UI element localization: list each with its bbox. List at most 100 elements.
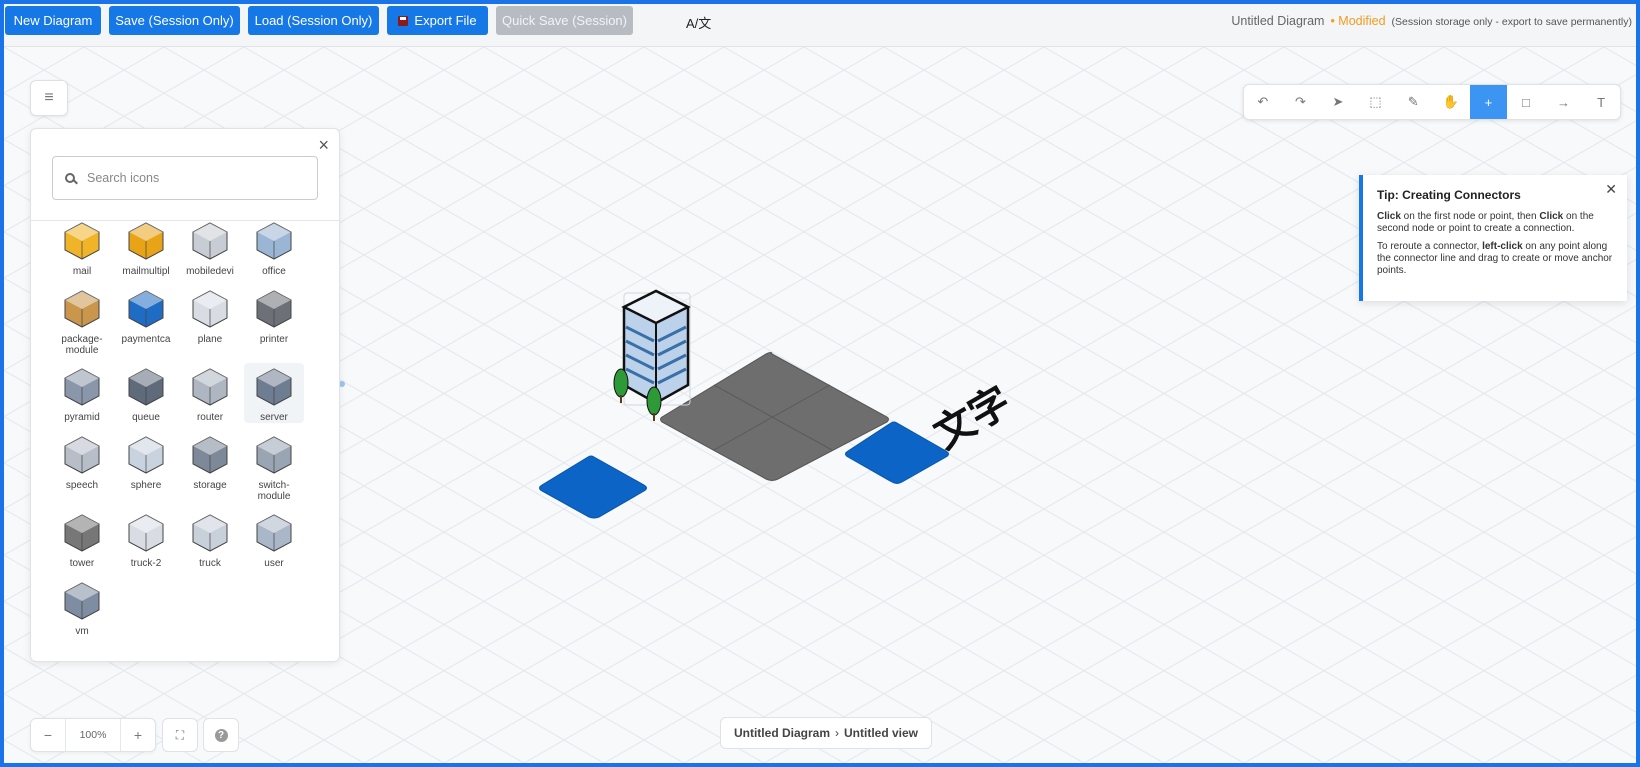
text-icon: T: [1597, 94, 1606, 110]
top-toolbar: New Diagram Save (Session Only) Load (Se…: [4, 4, 1636, 47]
icon-tile-label: queue: [132, 412, 160, 423]
language-toggle[interactable]: A/文: [686, 13, 711, 32]
breadcrumb: Untitled Diagram › Untitled view: [720, 717, 932, 749]
tip-paragraph-2: To reroute a connector, left-click on an…: [1377, 241, 1613, 276]
icon-tile-printer[interactable]: printer: [244, 285, 304, 345]
printer-icon: [256, 290, 292, 328]
icon-tile-speech[interactable]: speech: [52, 431, 112, 491]
undo-icon: ↶: [1257, 94, 1269, 109]
floppy-disk-icon: [398, 15, 409, 26]
tool-lasso-button[interactable]: ⬚: [1357, 85, 1395, 119]
icon-tile-truck-2[interactable]: truck-2: [116, 509, 176, 569]
sphere-icon: [128, 436, 164, 474]
truck-icon: [192, 514, 228, 552]
icon-tile-label: office: [262, 266, 286, 277]
tower-icon: [64, 514, 100, 552]
lasso-icon: ⬚: [1369, 94, 1382, 109]
icon-tile-label: printer: [259, 334, 289, 345]
zoom-control: − 100% +: [30, 718, 156, 752]
zoom-level: 100%: [65, 719, 121, 751]
freehand-lasso-icon: ✎: [1407, 94, 1419, 109]
mail-multiple-icon: [128, 222, 164, 260]
new-diagram-button[interactable]: New Diagram: [5, 6, 101, 35]
icon-search-input[interactable]: [85, 170, 289, 186]
icon-tile-switch-module[interactable]: switch-module: [244, 431, 304, 502]
icon-tile-label: truck-2: [130, 558, 162, 569]
icon-tile-plane[interactable]: plane: [180, 285, 240, 345]
icon-tile-label: speech: [65, 480, 99, 491]
icon-tile-office[interactable]: office: [244, 217, 304, 277]
search-icon: [65, 173, 75, 183]
queue-icon: [128, 368, 164, 406]
help-icon: ?: [214, 728, 228, 742]
close-tip-icon[interactable]: ✕: [1605, 181, 1617, 198]
icon-tile-truck[interactable]: truck: [180, 509, 240, 569]
zoom-in-button[interactable]: +: [121, 719, 155, 751]
icon-tile-label: pyramid: [64, 412, 100, 423]
tip-paragraph-1: Click on the first node or point, then C…: [1377, 211, 1594, 234]
icon-tile-label: paymentca: [121, 334, 171, 345]
icon-tile-label: tower: [69, 558, 95, 569]
icon-tile-package-module[interactable]: package-module: [52, 285, 112, 356]
icon-tile-user[interactable]: user: [244, 509, 304, 569]
switch-icon: [256, 436, 292, 474]
icon-tile-router[interactable]: router: [180, 363, 240, 423]
fit-screen-button[interactable]: ⛶: [162, 718, 198, 752]
tool-pan-button[interactable]: ✋: [1432, 85, 1470, 119]
help-button[interactable]: ?: [203, 718, 239, 752]
main-menu-button[interactable]: ≡: [30, 80, 68, 116]
mobile-device-icon: [192, 222, 228, 260]
icon-tile-label: mobiledevi: [186, 266, 234, 277]
icon-tile-sphere[interactable]: sphere: [116, 431, 176, 491]
icon-tile-tower[interactable]: tower: [52, 509, 112, 569]
icon-tile-label: server: [260, 412, 288, 423]
tool-connector-button[interactable]: →: [1545, 85, 1583, 119]
icon-tile-server[interactable]: server: [244, 363, 304, 423]
storage-icon: [192, 436, 228, 474]
rectangle-icon: □: [1522, 94, 1530, 110]
icon-search-field[interactable]: [52, 156, 318, 200]
tool-text-button[interactable]: T: [1582, 85, 1620, 119]
document-title: Untitled Diagram: [1231, 14, 1325, 28]
server-icon: [256, 368, 292, 406]
icon-tile-mobiledevi[interactable]: mobiledevi: [180, 217, 240, 277]
select-icon: ➤: [1332, 94, 1344, 109]
save-session-button[interactable]: Save (Session Only): [109, 6, 240, 35]
vm-icon: [64, 582, 100, 620]
pyramid-icon: [64, 368, 100, 406]
breadcrumb-view[interactable]: Untitled view: [844, 726, 918, 740]
icon-tile-storage[interactable]: storage: [180, 431, 240, 491]
icon-tile-mailmultipl[interactable]: mailmultipl: [116, 217, 176, 277]
icon-tile-vm[interactable]: vm: [52, 577, 112, 637]
speech-bubble-icon: [64, 436, 100, 474]
icon-tile-mail[interactable]: mail: [52, 217, 112, 277]
user-icon: [256, 514, 292, 552]
export-file-button[interactable]: Export File: [387, 6, 488, 35]
icon-tile-paymentca[interactable]: paymentca: [116, 285, 176, 345]
breadcrumb-diagram[interactable]: Untitled Diagram: [734, 726, 830, 740]
icon-tile-label: user: [264, 558, 284, 569]
tool-undo-button[interactable]: ↶: [1244, 85, 1282, 119]
icon-tile-pyramid[interactable]: pyramid: [52, 363, 112, 423]
icon-library-panel: × mail mailmultipl mobiledevi office package…: [30, 128, 340, 662]
icon-tile-label: mailmultipl: [122, 266, 170, 277]
icon-tile-label: switch-module: [257, 480, 291, 502]
tool-rectangle-button[interactable]: □: [1507, 85, 1545, 119]
tip-title: Tip: Creating Connectors: [1377, 188, 1521, 202]
tool-freehand-lasso-button[interactable]: ✎: [1394, 85, 1432, 119]
fullscreen-icon: ⛶: [175, 727, 185, 742]
zoom-out-button[interactable]: −: [31, 719, 65, 751]
tool-select-button[interactable]: ➤: [1319, 85, 1357, 119]
close-icon[interactable]: ×: [318, 135, 329, 156]
pan-icon: ✋: [1442, 94, 1459, 109]
icon-tile-label: mail: [72, 266, 92, 277]
load-session-button[interactable]: Load (Session Only): [248, 6, 379, 35]
tool-redo-button[interactable]: ↷: [1282, 85, 1320, 119]
quick-save-button[interactable]: Quick Save (Session): [496, 6, 633, 35]
package-icon: [64, 290, 100, 328]
tool-add-button[interactable]: +: [1469, 85, 1508, 119]
app-frame: New Diagram Save (Session Only) Load (Se…: [4, 4, 1636, 763]
connector-icon: →: [1557, 94, 1571, 110]
add-icon: +: [1484, 94, 1493, 110]
icon-tile-queue[interactable]: queue: [116, 363, 176, 423]
